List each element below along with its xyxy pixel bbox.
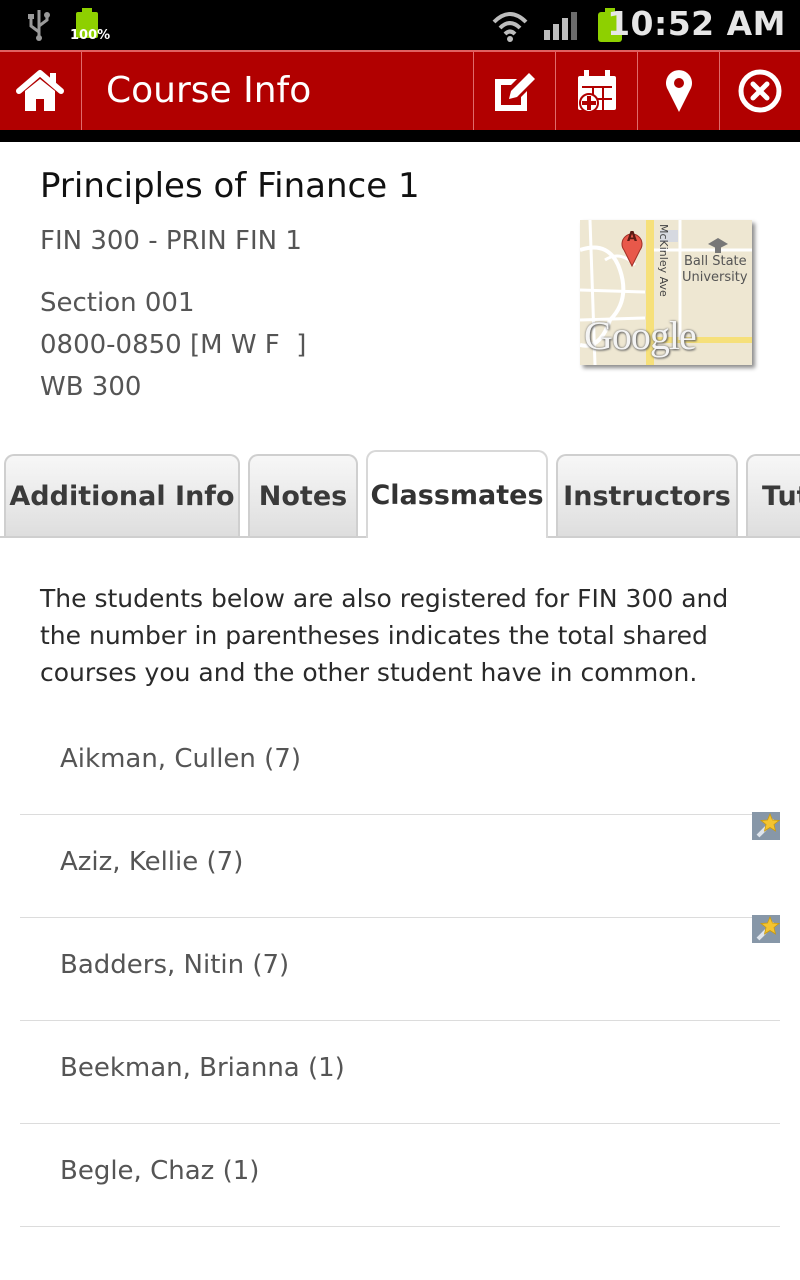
signal-icon: [544, 12, 577, 40]
list-item[interactable]: Begle, Chaz (1): [20, 1124, 780, 1227]
page-title: Course Info: [106, 70, 312, 111]
classmates-list: Aikman, Cullen (7) Aziz, Kellie (7) Badd…: [20, 712, 780, 1227]
home-icon: [16, 70, 64, 111]
classmates-description: The students below are also registered f…: [40, 584, 729, 687]
home-button[interactable]: [0, 52, 80, 130]
tab-additional-info[interactable]: Additional Info: [4, 454, 240, 536]
course-section: Section 001: [40, 288, 195, 318]
edit-note-icon: [494, 73, 535, 111]
edit-note-button[interactable]: [474, 52, 555, 130]
location-button[interactable]: [638, 52, 719, 130]
tab-notes[interactable]: Notes: [248, 454, 358, 536]
map-place-line1: Ball State: [684, 254, 747, 269]
classmate-name: Aziz, Kellie (7): [60, 847, 244, 877]
close-button[interactable]: [720, 52, 800, 130]
battery-percent-label: 100%: [70, 28, 111, 43]
classmate-name: Badders, Nitin (7): [60, 950, 290, 980]
classmate-name: Begle, Chaz (1): [60, 1156, 260, 1186]
map-marker-label: A: [627, 230, 638, 245]
status-bar: 100% 10:52 AM: [0, 0, 800, 50]
close-icon: [738, 69, 782, 113]
action-bar-shadow: [0, 130, 800, 142]
clock: 10:52 AM: [607, 4, 786, 43]
action-bar: Course Info: [0, 50, 800, 130]
action-bar-divider: [81, 52, 82, 130]
favorite-star-icon[interactable]: [752, 812, 780, 840]
course-room: WB 300: [40, 372, 142, 402]
map-thumbnail[interactable]: A McKinley Ave Ball State University Goo…: [580, 220, 752, 365]
tab-instructors[interactable]: Instructors: [556, 454, 738, 536]
map-street-label: McKinley Ave: [657, 224, 670, 297]
classmate-name: Beekman, Brianna (1): [60, 1053, 345, 1083]
add-calendar-button[interactable]: [556, 52, 637, 130]
list-item[interactable]: Aikman, Cullen (7): [20, 712, 780, 815]
course-title: Principles of Finance 1: [40, 166, 420, 206]
wifi-icon: [492, 12, 528, 42]
map-brand-logo: Google: [584, 313, 697, 358]
add-calendar-icon: [577, 70, 616, 113]
tab-bar: Additional Info Notes Classmates Instruc…: [0, 448, 800, 538]
map-place-line2: University: [682, 270, 748, 285]
course-code: FIN 300 - PRIN FIN 1: [40, 226, 302, 256]
favorite-star-icon[interactable]: [752, 915, 780, 943]
location-pin-icon: [665, 70, 692, 112]
list-item[interactable]: Aziz, Kellie (7): [20, 812, 780, 918]
tab-classmates[interactable]: Classmates: [366, 450, 548, 538]
tab-tutors[interactable]: Tut: [746, 454, 800, 536]
list-item[interactable]: Badders, Nitin (7): [20, 915, 780, 1021]
course-time: 0800-0850 [M W F ]: [40, 330, 307, 360]
list-item[interactable]: Beekman, Brianna (1): [20, 1021, 780, 1124]
classmate-name: Aikman, Cullen (7): [60, 744, 301, 774]
usb-icon: [28, 10, 50, 41]
